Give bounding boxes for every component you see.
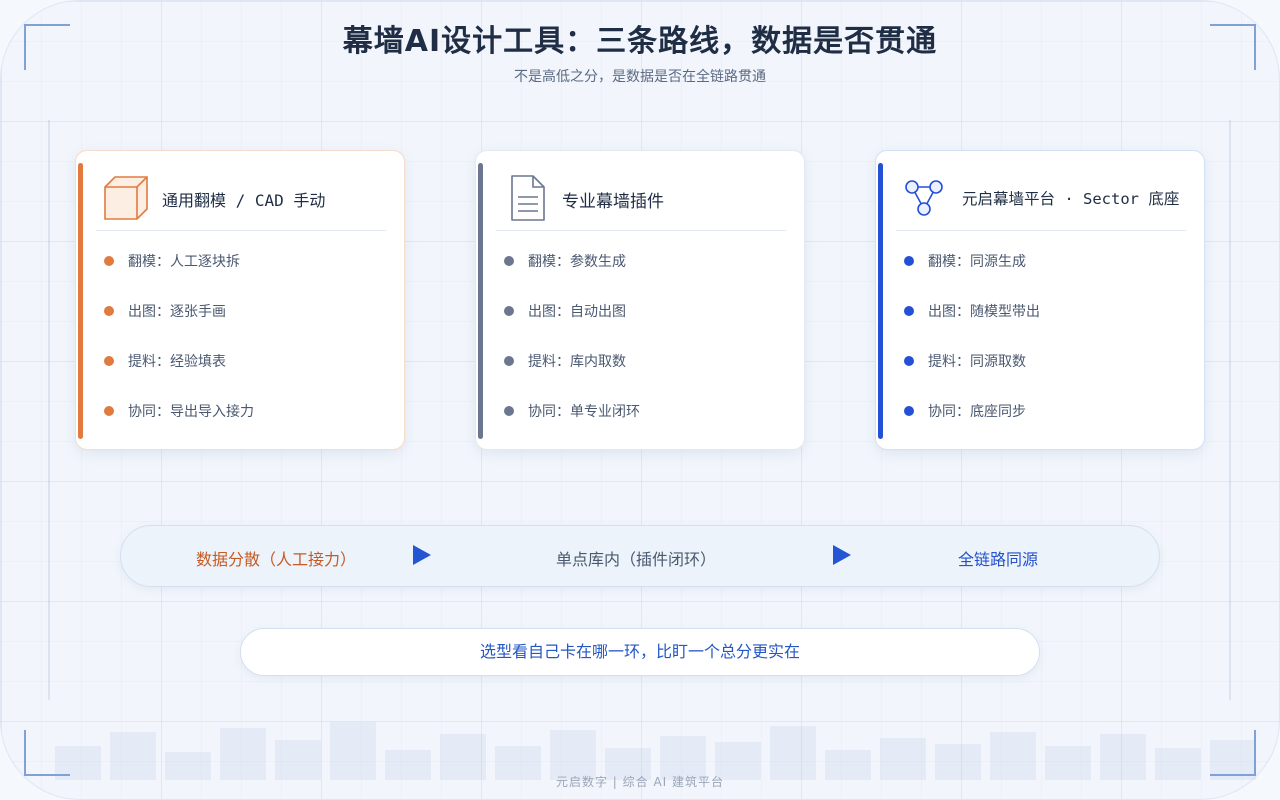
list-item-label: 翻模：同源生成 [928, 254, 1026, 270]
list-item: 翻模：人工逐块拆 [104, 251, 254, 301]
bullet-dot-icon [904, 356, 914, 366]
list-item-label: 出图：自动出图 [528, 304, 626, 320]
bullet-dot-icon [104, 356, 114, 366]
bullet-dot-icon [104, 306, 114, 316]
background-bars [0, 690, 1280, 780]
list-item-label: 提料：库内取数 [528, 354, 626, 370]
card-header: 专业幕墙插件 [496, 171, 786, 231]
list-item: 协同：导出导入接力 [104, 401, 254, 451]
flow-stage-single-point: 单点库内（插件闭环） [556, 550, 717, 569]
list-item-label: 出图：随模型带出 [928, 304, 1040, 320]
card-item-list: 翻模：人工逐块拆 出图：逐张手画 提料：经验填表 协同：导出导入接力 [104, 251, 254, 451]
list-item: 协同：单专业闭环 [504, 401, 640, 451]
flow-stage-full-chain: 全链路同源 [958, 550, 1039, 569]
network-triangle-icon [905, 180, 943, 216]
cube-icon [104, 176, 148, 220]
card-item-list: 翻模：同源生成 出图：随模型带出 提料：同源取数 协同：底座同步 [904, 251, 1040, 451]
card-header: 通用翻模 / CAD 手动 [96, 171, 386, 231]
list-item-label: 协同：单专业闭环 [528, 404, 640, 420]
bullet-dot-icon [504, 406, 514, 416]
bullet-dot-icon [504, 306, 514, 316]
list-item-label: 出图：逐张手画 [128, 304, 226, 320]
card-header: 元启幕墙平台 · Sector 底座 [896, 171, 1186, 231]
left-ruler [48, 120, 50, 700]
list-item: 出图：自动出图 [504, 301, 640, 351]
page-subtitle: 不是高低之分，是数据是否在全链路贯通 [514, 69, 766, 85]
list-item: 翻模：同源生成 [904, 251, 1040, 301]
list-item-label: 提料：经验填表 [128, 354, 226, 370]
bullet-dot-icon [904, 406, 914, 416]
bullet-dot-icon [504, 256, 514, 266]
card-title: 专业幕墙插件 [562, 192, 664, 212]
data-flow-band: 数据分散（人工接力） 单点库内（插件闭环） 全链路同源 [120, 525, 1160, 587]
bullet-dot-icon [904, 306, 914, 316]
bullet-dot-icon [504, 356, 514, 366]
route-card-generic-modeling: 通用翻模 / CAD 手动 翻模：人工逐块拆 出图：逐张手画 提料：经验填表 协… [75, 150, 405, 450]
takeaway-note: 选型看自己卡在哪一环，比盯一个总分更实在 [240, 628, 1040, 676]
list-item: 提料：经验填表 [104, 351, 254, 401]
list-item-label: 翻模：参数生成 [528, 254, 626, 270]
document-icon [511, 175, 545, 221]
flow-stage-scattered: 数据分散（人工接力） [196, 550, 357, 569]
route-card-curtain-wall-plugin: 专业幕墙插件 翻模：参数生成 出图：自动出图 提料：库内取数 协同：单专业闭环 [475, 150, 805, 450]
corner-bracket-bottom-left [24, 730, 70, 776]
bullet-dot-icon [904, 256, 914, 266]
right-ruler [1229, 120, 1231, 700]
list-item: 出图：逐张手画 [104, 301, 254, 351]
list-item-label: 翻模：人工逐块拆 [128, 254, 240, 270]
list-item: 翻模：参数生成 [504, 251, 640, 301]
play-arrow-icon [833, 545, 851, 565]
route-card-yuanqi-platform: 元启幕墙平台 · Sector 底座 翻模：同源生成 出图：随模型带出 提料：同… [875, 150, 1205, 450]
bullet-dot-icon [104, 256, 114, 266]
footer-credit: 元启数字 | 综合 AI 建筑平台 [555, 775, 725, 789]
list-item: 协同：底座同步 [904, 401, 1040, 451]
card-accent-bar [478, 163, 483, 439]
card-title: 元启幕墙平台 · Sector 底座 [962, 190, 1180, 208]
list-item: 出图：随模型带出 [904, 301, 1040, 351]
card-accent-bar [78, 163, 83, 439]
card-title: 通用翻模 / CAD 手动 [162, 191, 326, 210]
list-item: 提料：库内取数 [504, 351, 640, 401]
list-item-label: 协同：导出导入接力 [128, 404, 254, 420]
list-item-label: 协同：底座同步 [928, 404, 1026, 420]
card-accent-bar [878, 163, 883, 439]
list-item: 提料：同源取数 [904, 351, 1040, 401]
page-title: 幕墙AI设计工具：三条路线，数据是否贯通 [342, 24, 938, 59]
card-item-list: 翻模：参数生成 出图：自动出图 提料：库内取数 协同：单专业闭环 [504, 251, 640, 451]
list-item-label: 提料：同源取数 [928, 354, 1026, 370]
play-arrow-icon [413, 545, 431, 565]
corner-bracket-bottom-right [1210, 730, 1256, 776]
bullet-dot-icon [104, 406, 114, 416]
